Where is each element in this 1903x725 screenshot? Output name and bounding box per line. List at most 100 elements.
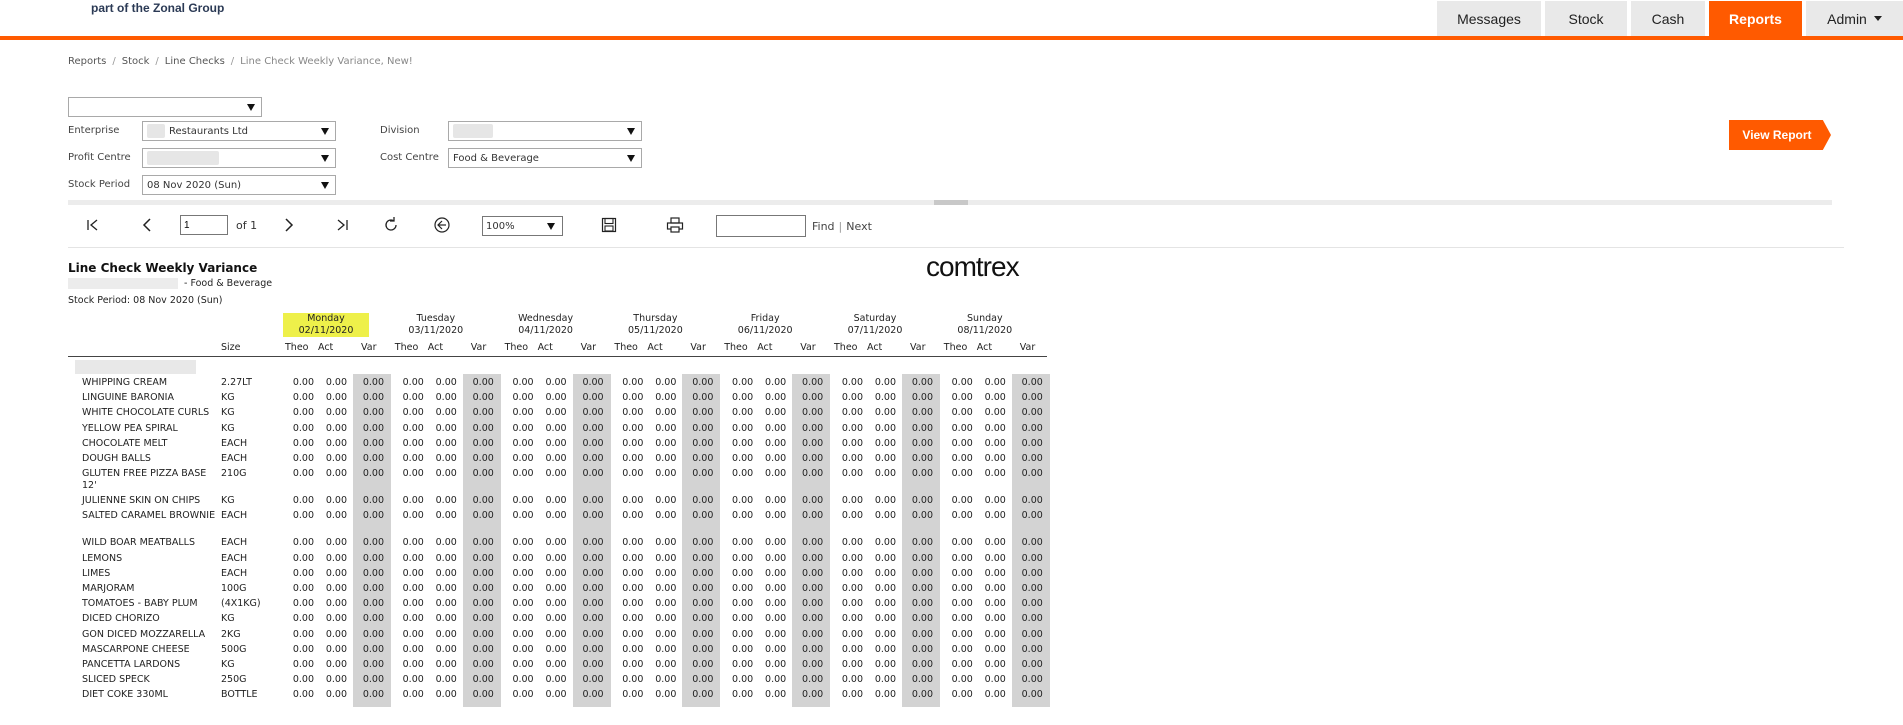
division-redacted [453, 124, 493, 138]
value-cell: 0.00 [655, 468, 677, 480]
value-cell: 0.00 [841, 567, 863, 579]
row-item-name: DICED CHORIZO [82, 613, 160, 625]
breadcrumb-reports[interactable]: Reports [68, 56, 106, 67]
value-cell: 0.00 [402, 537, 424, 549]
splitter-grip-icon[interactable] [934, 200, 968, 205]
breadcrumb-stock[interactable]: Stock [122, 56, 150, 67]
print-button[interactable] [664, 212, 686, 238]
value-cell: 0.00 [1021, 407, 1043, 419]
value-cell: 0.00 [692, 567, 714, 579]
next-page-button[interactable] [278, 212, 300, 238]
value-cell: 0.00 [292, 453, 314, 464]
value-cell: 0.00 [874, 468, 896, 480]
value-cell: 0.00 [984, 422, 1006, 434]
value-cell: 0.00 [951, 510, 973, 522]
nav-messages[interactable]: Messages [1437, 1, 1541, 36]
back-button[interactable] [431, 212, 453, 238]
row-item-name: GLUTEN FREE PIZZA BASE 12' [82, 468, 207, 492]
value-cell: 0.00 [582, 495, 604, 507]
page-number-input[interactable] [180, 215, 228, 235]
division-select[interactable] [448, 121, 642, 141]
value-cell: 0.00 [655, 598, 677, 610]
row-item-name: PANCETTA LARDONS [82, 659, 181, 670]
value-cell: 0.00 [732, 377, 754, 388]
value-cell: 0.00 [1021, 583, 1043, 594]
next-link[interactable]: Next [846, 220, 872, 233]
value-cell: 0.00 [841, 392, 863, 404]
value-cell: 0.00 [802, 437, 824, 449]
value-cell: 0.00 [292, 674, 314, 686]
nav-cash[interactable]: Cash [1631, 1, 1705, 36]
value-cell: 0.00 [765, 392, 787, 404]
find-link[interactable]: Find [812, 220, 835, 233]
column-header-act: Act [976, 342, 993, 353]
stock-period-select[interactable]: 08 Nov 2020 (Sun) [142, 175, 336, 195]
save-button[interactable] [598, 212, 620, 238]
value-cell: 0.00 [655, 422, 677, 434]
row-item-size: EACH [221, 453, 248, 464]
enterprise-select[interactable]: Restaurants Ltd [142, 121, 336, 141]
profit-centre-select[interactable] [142, 148, 336, 168]
top-bar: part of the Zonal Group Messages Stock C… [0, 0, 1903, 40]
value-cell: 0.00 [472, 552, 494, 564]
column-header-act: Act [427, 342, 444, 353]
cost-centre-select[interactable]: Food & Beverage [448, 148, 642, 168]
value-cell: 0.00 [1021, 392, 1043, 404]
day-header: Thursday 05/11/2020 [628, 313, 683, 336]
value-cell: 0.00 [984, 628, 1006, 640]
brand-text: part of the Zonal Group [91, 1, 225, 15]
value-cell: 0.00 [841, 552, 863, 564]
dropdown-arrow-icon [627, 155, 635, 162]
value-cell: 0.00 [765, 567, 787, 579]
value-cell: 0.00 [435, 674, 457, 686]
value-cell: 0.00 [402, 659, 424, 670]
value-cell: 0.00 [472, 407, 494, 419]
column-header-var: Var [690, 342, 706, 353]
zoom-select[interactable]: 100% [482, 216, 563, 236]
value-cell: 0.00 [402, 598, 424, 610]
value-cell: 0.00 [911, 422, 933, 434]
nav-stock[interactable]: Stock [1545, 1, 1627, 36]
value-cell: 0.00 [802, 674, 824, 686]
value-cell: 0.00 [692, 510, 714, 522]
find-input[interactable] [716, 215, 806, 237]
value-cell: 0.00 [402, 643, 424, 655]
value-cell: 0.00 [692, 613, 714, 625]
column-header-var: Var [800, 342, 816, 353]
value-cell: 0.00 [545, 392, 567, 404]
value-cell: 0.00 [841, 495, 863, 507]
value-cell: 0.00 [582, 422, 604, 434]
value-cell: 0.00 [911, 468, 933, 480]
value-cell: 0.00 [951, 598, 973, 610]
nav-admin[interactable]: Admin [1806, 1, 1903, 36]
value-cell: 0.00 [732, 689, 754, 701]
value-cell: 0.00 [732, 468, 754, 480]
view-report-button[interactable]: View Report [1729, 120, 1831, 150]
row-item-size: 2.27LT [221, 377, 252, 388]
filter-splitter[interactable] [68, 200, 1832, 205]
report-select[interactable] [68, 97, 262, 117]
value-cell: 0.00 [325, 537, 347, 549]
previous-page-button[interactable] [136, 212, 158, 238]
value-cell: 0.00 [655, 689, 677, 701]
value-cell: 0.00 [984, 583, 1006, 594]
row-item-name: LINGUINE BARONIA [82, 392, 174, 404]
value-cell: 0.00 [325, 659, 347, 670]
last-page-button[interactable] [331, 212, 353, 238]
value-cell: 0.00 [582, 437, 604, 449]
value-cell: 0.00 [362, 674, 384, 686]
breadcrumb-line-checks[interactable]: Line Checks [165, 56, 225, 67]
first-page-icon [87, 219, 98, 231]
value-cell: 0.00 [765, 407, 787, 419]
value-cell: 0.00 [802, 628, 824, 640]
report-title: Line Check Weekly Variance [68, 261, 258, 275]
value-cell: 0.00 [874, 643, 896, 655]
value-cell: 0.00 [692, 407, 714, 419]
first-page-button[interactable] [82, 212, 104, 238]
refresh-button[interactable] [380, 212, 402, 238]
value-cell: 0.00 [874, 598, 896, 610]
nav-reports[interactable]: Reports [1709, 1, 1802, 36]
value-cell: 0.00 [545, 495, 567, 507]
value-cell: 0.00 [655, 377, 677, 388]
value-cell: 0.00 [545, 583, 567, 594]
